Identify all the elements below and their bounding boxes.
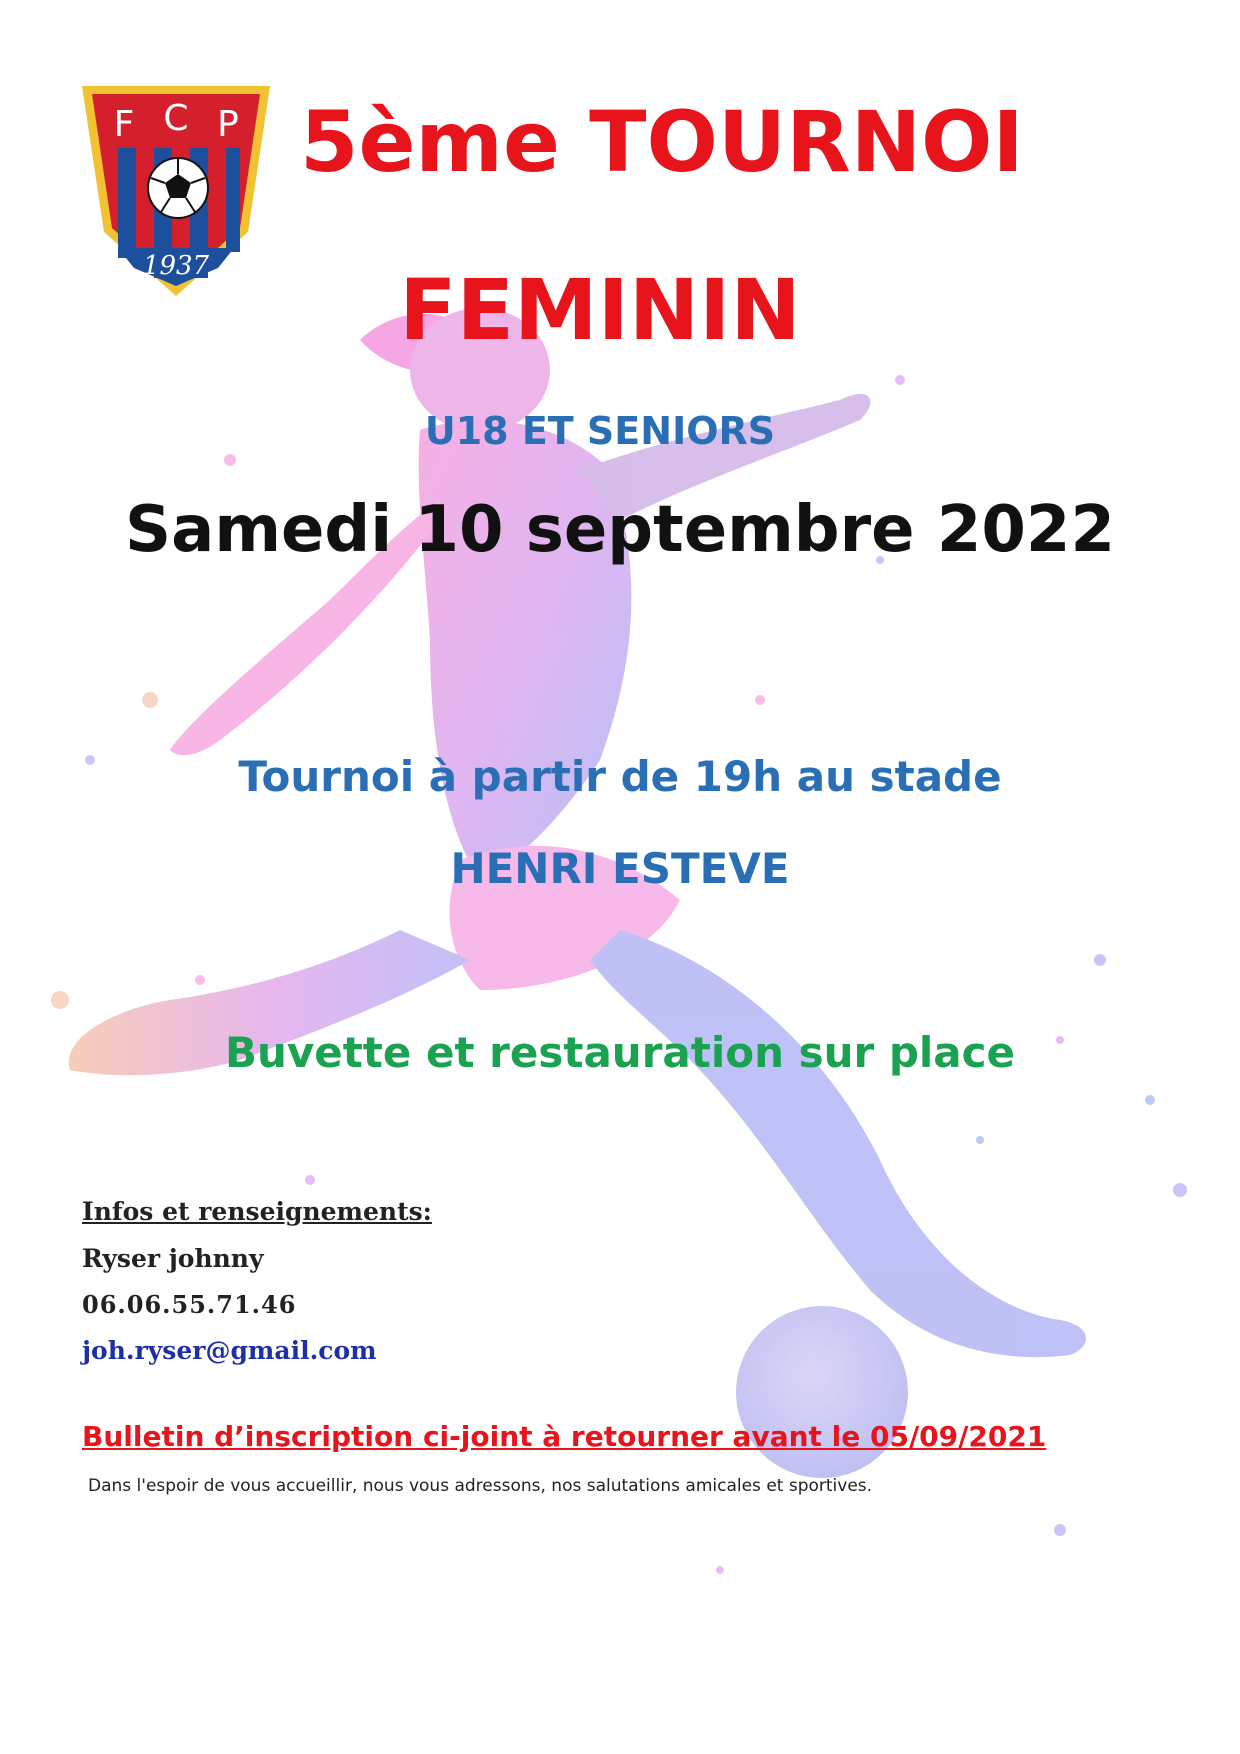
crest-letter-f: F [114, 104, 135, 145]
contact-phone: 06.06.55.71.46 [82, 1290, 297, 1319]
contact-heading: Infos et renseignements: [82, 1197, 432, 1226]
contact-name: Ryser johnny [82, 1244, 264, 1273]
title-line-2: FEMININ [399, 261, 801, 359]
crest-year: 1937 [143, 251, 210, 281]
crest-letter-p: P [217, 104, 239, 145]
club-crest-logo: F C P 1937 [82, 86, 270, 296]
crest-letter-c: C [163, 98, 188, 139]
amenities-text: Buvette et restauration sur place [224, 1028, 1016, 1077]
soccer-ball-icon [147, 157, 209, 219]
venue-name: HENRI ESTEVE [450, 844, 790, 893]
contact-email: joh.ryser@gmail.com [82, 1336, 377, 1365]
registration-notice: Bulletin d’inscription ci-joint à retour… [82, 1420, 1047, 1453]
closing-text: Dans l'espoir de vous accueillir, nous v… [88, 1476, 873, 1496]
title-line-1: 5ème TOURNOI [300, 93, 1024, 191]
schedule-line-1: Tournoi à partir de 19h au stade [238, 752, 1002, 801]
event-date: Samedi 10 septembre 2022 [125, 493, 1115, 567]
categories-label: U18 ET SENIORS [424, 409, 776, 453]
silhouette-kicking-leg [590, 930, 1087, 1358]
